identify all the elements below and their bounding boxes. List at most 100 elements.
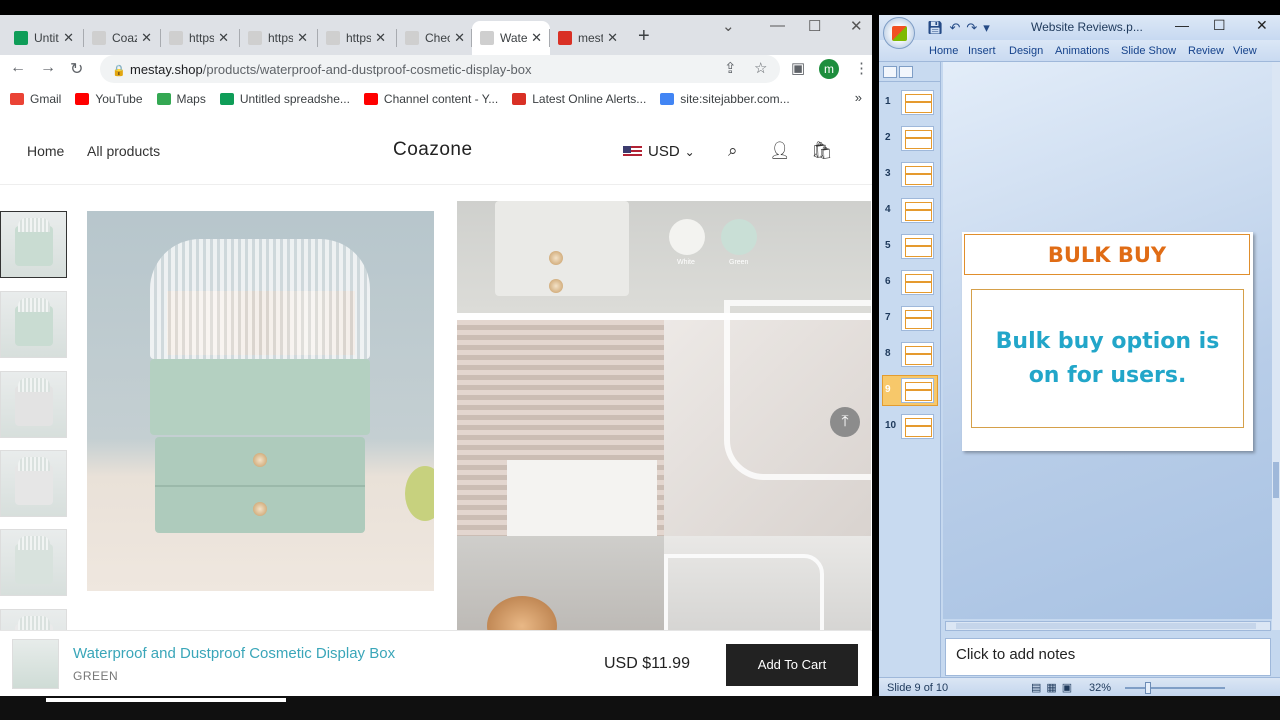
outline-tab-icon[interactable] bbox=[899, 66, 913, 78]
slide-title[interactable]: BULK BUY bbox=[964, 234, 1250, 275]
bookmark-item[interactable]: site:sitejabber.com... bbox=[660, 92, 790, 106]
ribbon-tab-insert[interactable]: Insert bbox=[968, 45, 996, 57]
tab-favicon-icon bbox=[326, 31, 340, 45]
search-icon[interactable]: ⌕ bbox=[728, 141, 738, 161]
slide-thumbnail[interactable] bbox=[901, 378, 934, 403]
current-slide[interactable]: BULK BUY Bulk buy option is on for users… bbox=[962, 232, 1253, 451]
minimize-icon[interactable]: — bbox=[770, 17, 785, 34]
ppt-minimize-icon[interactable]: — bbox=[1175, 17, 1189, 33]
slide-thumbnail[interactable] bbox=[901, 162, 934, 187]
profile-avatar[interactable]: m bbox=[819, 59, 839, 79]
slide-thumbnail[interactable] bbox=[901, 90, 934, 115]
slide-thumbnail[interactable] bbox=[901, 234, 934, 259]
ppt-maximize-icon[interactable]: ☐ bbox=[1213, 17, 1226, 34]
browser-tab[interactable]: mestay✕ bbox=[550, 21, 626, 55]
currency-selector[interactable]: USD ⌄ bbox=[623, 143, 695, 160]
tab-search-icon[interactable]: ⌄ bbox=[722, 17, 735, 35]
product-main-image[interactable] bbox=[87, 211, 434, 591]
close-icon[interactable]: ✕ bbox=[850, 17, 863, 35]
view-buttons[interactable]: ▤▦▣ bbox=[1031, 681, 1077, 694]
bookmark-item[interactable]: Maps bbox=[156, 92, 206, 106]
ribbon-tab-design[interactable]: Design bbox=[1009, 45, 1043, 57]
url-host: mestay.shop bbox=[130, 61, 203, 77]
ribbon-tab-review[interactable]: Review bbox=[1188, 45, 1224, 57]
reload-icon[interactable]: ↻ bbox=[70, 59, 83, 79]
ribbon-tab-home[interactable]: Home bbox=[929, 45, 958, 57]
slide-thumbnail[interactable] bbox=[901, 414, 934, 439]
address-bar[interactable]: 🔒 mestay.shop/products/waterproof-and-du… bbox=[100, 55, 780, 83]
tab-title: Coazone bbox=[112, 31, 138, 45]
site-brand-logo[interactable]: Coazone bbox=[393, 139, 473, 161]
bookmarks-overflow-icon[interactable]: » bbox=[855, 90, 862, 105]
bookmark-label: Channel content - Y... bbox=[383, 92, 499, 106]
slide-number: 5 bbox=[885, 240, 891, 251]
slide-thumbnail[interactable] bbox=[901, 342, 934, 367]
slide-thumbnail[interactable] bbox=[901, 198, 934, 223]
notes-pane[interactable]: Click to add notes bbox=[945, 638, 1271, 676]
product-gallery-image[interactable] bbox=[664, 536, 871, 634]
horizontal-scrollbar[interactable] bbox=[945, 621, 1271, 631]
browser-tab[interactable]: Checkout✕ bbox=[397, 21, 473, 55]
account-icon[interactable]: 👤︎ bbox=[769, 141, 791, 161]
product-gallery-image[interactable] bbox=[457, 536, 664, 656]
product-gallery-image[interactable]: White Green bbox=[457, 201, 871, 313]
ribbon-tab-view[interactable]: View bbox=[1233, 45, 1257, 57]
bookmark-item[interactable]: Channel content - Y... bbox=[363, 92, 499, 106]
tab-close-icon[interactable]: ✕ bbox=[297, 30, 308, 46]
tab-close-icon[interactable]: ✕ bbox=[454, 30, 465, 46]
quick-access-toolbar[interactable]: 💾︎↶↷▾ bbox=[927, 20, 996, 36]
bookmark-item[interactable]: YouTube bbox=[75, 92, 143, 106]
currency-label: USD bbox=[648, 143, 680, 160]
browser-tab[interactable]: https://✕ bbox=[318, 21, 394, 55]
ribbon-tab-animations[interactable]: Animations bbox=[1055, 45, 1109, 57]
zoom-level[interactable]: 32% bbox=[1089, 682, 1111, 694]
tab-close-icon[interactable]: ✕ bbox=[63, 30, 74, 46]
ppt-close-icon[interactable]: ✕ bbox=[1256, 17, 1268, 34]
product-thumbnail[interactable] bbox=[0, 529, 67, 596]
tab-close-icon[interactable]: ✕ bbox=[218, 30, 229, 46]
browser-tab[interactable]: Coazone✕ bbox=[84, 21, 160, 55]
menu-kebab-icon[interactable]: ⋮ bbox=[854, 59, 869, 77]
office-button[interactable] bbox=[883, 17, 915, 49]
product-thumbnail[interactable] bbox=[0, 450, 67, 517]
slide-number: 8 bbox=[885, 348, 891, 359]
new-tab-button[interactable]: + bbox=[638, 25, 650, 48]
bookmark-label: YouTube bbox=[95, 92, 143, 106]
tab-close-icon[interactable]: ✕ bbox=[607, 30, 618, 46]
forward-icon[interactable]: → bbox=[40, 59, 56, 77]
slide-thumbnail[interactable] bbox=[901, 270, 934, 295]
side-panel-icon[interactable]: ▣ bbox=[791, 59, 805, 77]
browser-tab[interactable]: Waterproof✕ bbox=[472, 21, 550, 55]
back-icon[interactable]: ← bbox=[10, 59, 26, 77]
bookmark-item[interactable]: Gmail bbox=[10, 92, 61, 106]
bookmark-item[interactable]: Latest Online Alerts... bbox=[512, 92, 646, 106]
cart-icon[interactable]: 🛍︎ bbox=[811, 141, 833, 161]
browser-tab[interactable]: Untitled ✕ bbox=[6, 21, 82, 55]
slides-tab-icon[interactable] bbox=[883, 66, 897, 78]
vertical-scrollbar[interactable] bbox=[1272, 62, 1280, 630]
scroll-to-top-button[interactable]: ⤒ bbox=[830, 407, 860, 437]
product-thumbnail[interactable] bbox=[0, 291, 67, 358]
bookmark-star-icon[interactable]: ☆ bbox=[754, 59, 767, 77]
zoom-slider[interactable] bbox=[1125, 682, 1225, 694]
product-gallery-image[interactable] bbox=[457, 320, 664, 536]
ribbon-tab-slide-show[interactable]: Slide Show bbox=[1121, 45, 1176, 57]
bookmark-favicon-icon bbox=[363, 93, 378, 105]
nav-all-products-link[interactable]: All products bbox=[87, 143, 160, 159]
maximize-icon[interactable]: ☐ bbox=[808, 17, 821, 35]
tab-close-icon[interactable]: ✕ bbox=[141, 30, 152, 46]
product-thumbnail[interactable] bbox=[0, 211, 67, 278]
slide-thumbnail[interactable] bbox=[901, 126, 934, 151]
browser-tab[interactable]: https ✕ bbox=[161, 21, 237, 55]
tab-close-icon[interactable]: ✕ bbox=[531, 30, 542, 46]
tab-title: https bbox=[189, 31, 215, 45]
add-to-cart-button[interactable]: Add To Cart bbox=[726, 644, 858, 686]
slide-thumbnail[interactable] bbox=[901, 306, 934, 331]
bookmark-item[interactable]: Untitled spreadshe... bbox=[219, 92, 350, 106]
nav-home-link[interactable]: Home bbox=[27, 143, 64, 159]
tab-close-icon[interactable]: ✕ bbox=[375, 30, 386, 46]
slide-body-text[interactable]: Bulk buy option is on for users. bbox=[971, 289, 1244, 428]
product-thumbnail[interactable] bbox=[0, 371, 67, 438]
browser-tab[interactable]: https ✕ bbox=[240, 21, 316, 55]
share-icon[interactable]: ⇪ bbox=[724, 59, 737, 77]
